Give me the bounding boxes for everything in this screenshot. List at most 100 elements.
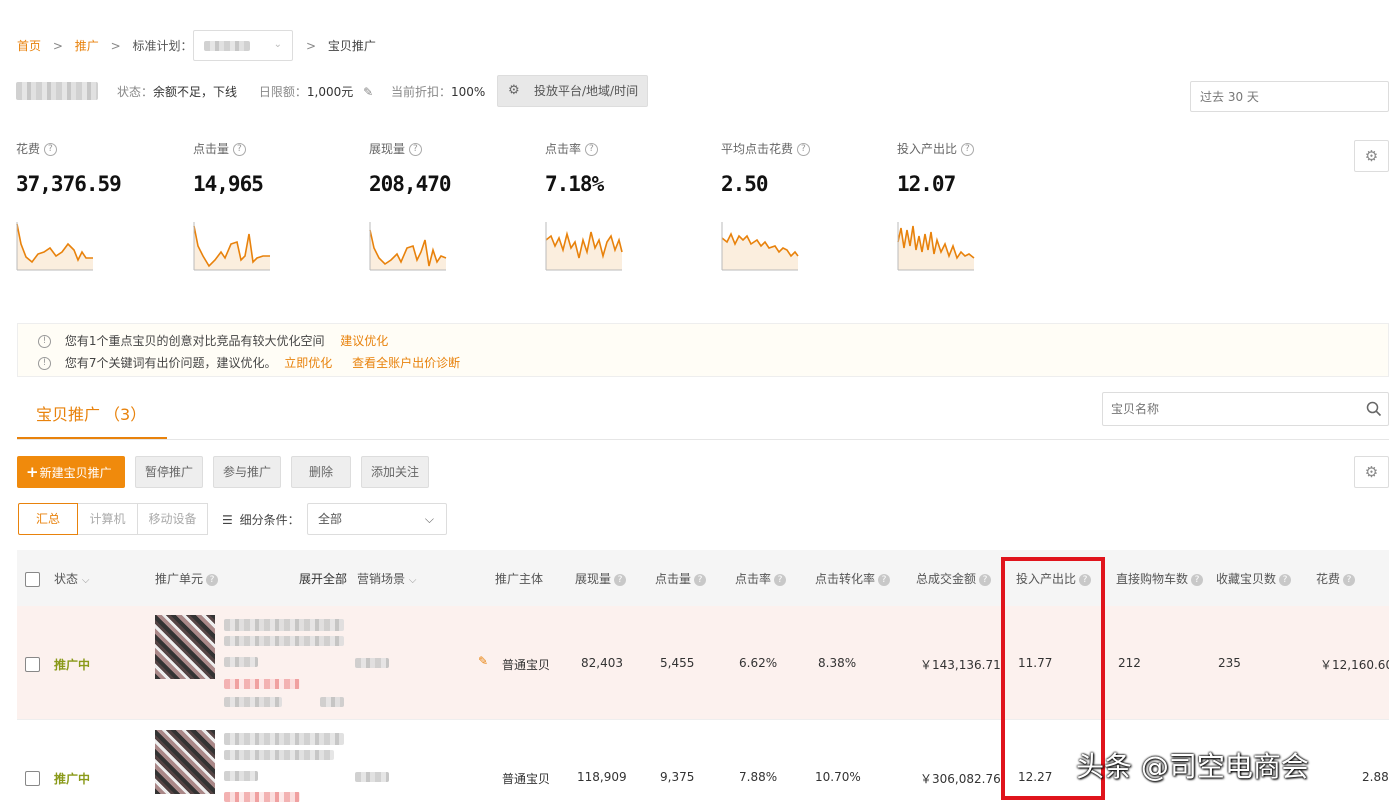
row-checkbox[interactable] bbox=[25, 771, 40, 786]
search-input[interactable] bbox=[1103, 393, 1353, 425]
filter-label: ☰ 细分条件： bbox=[222, 513, 300, 527]
cell-cost: ￥12,160.60 bbox=[1320, 658, 1389, 672]
filter-select[interactable]: 全部 ⌵ bbox=[307, 503, 447, 535]
question-icon[interactable]: ? bbox=[206, 573, 219, 586]
question-icon[interactable]: ? bbox=[584, 143, 598, 156]
cell-cart: 212 bbox=[1118, 656, 1141, 670]
question-icon[interactable]: ? bbox=[796, 143, 810, 156]
cell-clicks: 9,375 bbox=[660, 770, 695, 784]
table-row bbox=[17, 606, 1389, 720]
question-icon[interactable]: ? bbox=[43, 143, 57, 156]
segment-pc[interactable]: 计算机 bbox=[78, 503, 138, 535]
search-box bbox=[1102, 392, 1389, 426]
notice-panel: ! 您有1个重点宝贝的创意对比竞品有较大优化空间 建议优化 ! 您有7个关键词有… bbox=[17, 323, 1389, 377]
metrics-settings-gear-icon[interactable]: ⚙ bbox=[1354, 140, 1389, 172]
tab-divider bbox=[17, 439, 1389, 440]
table-settings-gear-icon[interactable]: ⚙ bbox=[1354, 456, 1389, 488]
metric-value-ctr: 7.18% bbox=[545, 172, 604, 196]
pencil-icon[interactable]: ✎ bbox=[478, 654, 488, 668]
cell-impressions: 82,403 bbox=[581, 656, 623, 670]
question-icon[interactable]: ? bbox=[232, 143, 246, 156]
product-thumbnail[interactable] bbox=[155, 730, 215, 794]
breadcrumb-current: 宝贝推广 bbox=[327, 39, 376, 53]
platform-settings-button[interactable]: ⚙ 投放平台/地域/时间 bbox=[497, 75, 648, 107]
status-info: 状态：余额不足，下线 日限额：1,000元 ✎ 当前折扣：100% bbox=[117, 83, 485, 100]
question-icon[interactable]: ? bbox=[1343, 573, 1356, 586]
question-icon[interactable]: ? bbox=[979, 573, 992, 586]
scene-blurred bbox=[355, 658, 389, 668]
select-all-checkbox[interactable] bbox=[25, 572, 40, 587]
sparkline-impressions bbox=[369, 222, 447, 271]
search-icon[interactable] bbox=[1366, 401, 1382, 417]
notice-link-optimize-now[interactable]: 立即优化 bbox=[284, 356, 332, 370]
question-icon[interactable]: ? bbox=[614, 573, 627, 586]
metric-label-cpc: 平均点击花费 ? bbox=[721, 140, 810, 157]
sparkline-cost bbox=[16, 222, 93, 271]
header-cost[interactable]: 花费? bbox=[1316, 570, 1356, 587]
date-range-select[interactable]: 过去 30 天 bbox=[1190, 81, 1389, 112]
row-checkbox[interactable] bbox=[25, 657, 40, 672]
question-icon[interactable]: ? bbox=[1279, 573, 1292, 586]
header-ctr[interactable]: 点击率? bbox=[735, 570, 787, 587]
plus-icon: + bbox=[26, 463, 39, 481]
discount-value: 100% bbox=[450, 85, 486, 99]
delete-button[interactable]: 删除 bbox=[291, 456, 351, 488]
pause-button[interactable]: 暂停推广 bbox=[135, 456, 203, 488]
question-icon[interactable]: ? bbox=[1191, 573, 1204, 586]
notice-text: 您有7个关键词有出价问题，建议优化。 bbox=[64, 356, 277, 370]
breadcrumb-home[interactable]: 首页 bbox=[17, 39, 41, 53]
watermark: 头条 @司空电商会 bbox=[1076, 750, 1309, 783]
breadcrumb-promo[interactable]: 推广 bbox=[75, 39, 99, 53]
product-title-blurred[interactable] bbox=[224, 733, 344, 745]
campaign-name-blurred bbox=[16, 82, 98, 100]
add-follow-button[interactable]: 添加关注 bbox=[361, 456, 429, 488]
budget-label: 日限额： bbox=[258, 85, 307, 99]
notice-link-optimize[interactable]: 建议优化 bbox=[340, 334, 388, 348]
header-clicks[interactable]: 点击量? bbox=[655, 570, 707, 587]
metric-value-impressions: 208,470 bbox=[369, 172, 452, 196]
product-title-blurred bbox=[224, 750, 334, 760]
product-thumbnail[interactable] bbox=[155, 615, 215, 679]
question-icon[interactable]: ? bbox=[408, 143, 422, 156]
header-gmv[interactable]: 总成交金额? bbox=[916, 570, 992, 587]
metric-label-roi: 投入产出比 ? bbox=[897, 140, 974, 157]
segment-all[interactable]: 汇总 bbox=[18, 503, 78, 535]
plan-select[interactable]: ⌄ bbox=[193, 30, 293, 61]
header-cvr[interactable]: 点击转化率? bbox=[815, 570, 891, 587]
product-tag-blurred bbox=[224, 679, 300, 689]
expand-all-link[interactable]: 展开全部 bbox=[299, 570, 347, 587]
chevron-down-icon: ⌵ bbox=[408, 575, 417, 586]
metric-value-roi: 12.07 bbox=[897, 172, 956, 196]
row-status: 推广中 bbox=[54, 658, 91, 672]
product-title-blurred[interactable] bbox=[224, 619, 344, 631]
cell-impressions: 118,909 bbox=[577, 770, 627, 784]
new-promotion-button[interactable]: +新建宝贝推广 bbox=[17, 456, 125, 488]
row-status: 推广中 bbox=[54, 772, 91, 786]
product-tag-blurred bbox=[224, 792, 300, 802]
notice-link-bid-diagnosis[interactable]: 查看全账户出价诊断 bbox=[352, 356, 460, 370]
cell-gmv: ￥143,136.71 bbox=[920, 658, 1001, 672]
sparkline-roi bbox=[897, 222, 975, 271]
chevron-down-icon: ⌵ bbox=[81, 575, 90, 586]
cell-gmv: ￥306,082.76 bbox=[920, 772, 1001, 786]
cell-cost: 2.88 bbox=[1362, 770, 1389, 784]
product-meta-blurred bbox=[224, 697, 282, 707]
pencil-icon[interactable]: ✎ bbox=[363, 85, 373, 99]
metric-value-cost: 37,376.59 bbox=[16, 172, 122, 196]
question-icon[interactable]: ? bbox=[774, 573, 787, 586]
header-fav[interactable]: 收藏宝贝数? bbox=[1216, 570, 1292, 587]
question-icon[interactable]: ? bbox=[960, 143, 974, 156]
header-cart[interactable]: 直接购物车数? bbox=[1116, 570, 1204, 587]
breadcrumb-separator: > bbox=[306, 39, 317, 53]
header-scene[interactable]: 营销场景 ⌵ bbox=[357, 570, 416, 587]
question-icon[interactable]: ? bbox=[878, 573, 891, 586]
cell-cvr: 10.70% bbox=[815, 770, 861, 784]
metric-label-clicks: 点击量 ? bbox=[193, 140, 246, 157]
join-button[interactable]: 参与推广 bbox=[213, 456, 281, 488]
segment-mobile[interactable]: 移动设备 bbox=[138, 503, 208, 535]
question-icon[interactable]: ? bbox=[694, 573, 707, 586]
tab-item-promotion[interactable]: 宝贝推广 （3） bbox=[36, 401, 146, 425]
cell-ctr: 6.62% bbox=[739, 656, 778, 670]
header-impressions[interactable]: 展现量? bbox=[575, 570, 627, 587]
header-status[interactable]: 状态 ⌵ bbox=[54, 570, 89, 587]
